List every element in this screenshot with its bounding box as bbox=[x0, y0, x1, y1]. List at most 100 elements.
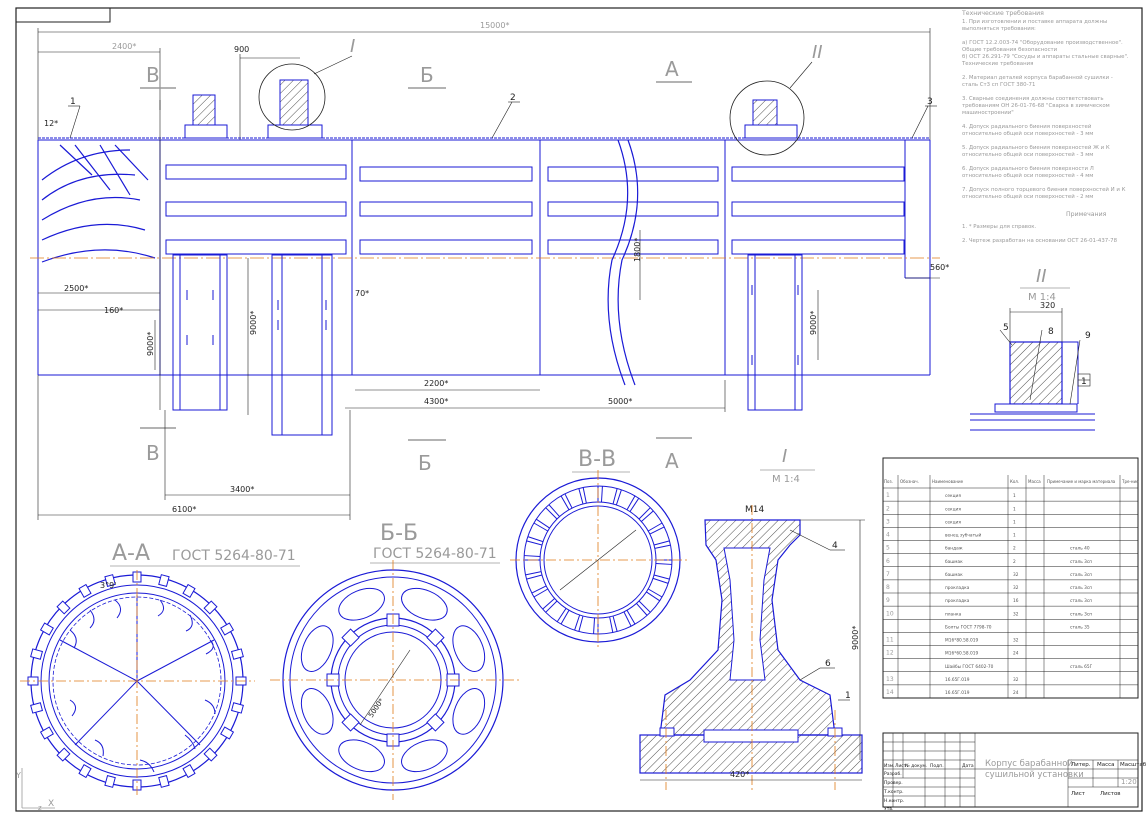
parts-header: Примечание и марка материала bbox=[1047, 479, 1116, 484]
note-line: сталь Ст3 сп ГОСТ 380-71 bbox=[962, 82, 1035, 88]
parts-qty: 32 bbox=[1013, 638, 1019, 644]
callout-4: 4 bbox=[832, 541, 838, 551]
radial-blade bbox=[654, 544, 671, 549]
tyre-shoe bbox=[426, 713, 445, 732]
radial-blade bbox=[647, 588, 663, 598]
dim-3400: 3400* bbox=[230, 485, 254, 494]
parts-pos: 5 bbox=[886, 545, 890, 552]
parts-pos: 4 bbox=[886, 532, 890, 539]
dim-6100: 6100* bbox=[172, 505, 196, 514]
dim-support-width: 420* bbox=[730, 770, 749, 779]
detail-label-i: I bbox=[350, 36, 355, 57]
parts-pos: 1 bbox=[886, 492, 890, 499]
dim-160: 160* bbox=[104, 306, 123, 315]
parts-pos: 10 bbox=[886, 610, 894, 617]
technical-requirements: Технические требования 1. При изготовлен… bbox=[961, 9, 1129, 244]
title-ndoc: № докум. bbox=[905, 763, 927, 769]
parts-header: Наименование bbox=[932, 479, 964, 484]
inlet-spiral-blades bbox=[41, 144, 156, 263]
girth-gear bbox=[271, 254, 333, 436]
parts-qty: 1 bbox=[1013, 506, 1016, 512]
title-sheets: Листов bbox=[1100, 791, 1121, 797]
parts-list-table: Поз. Обознач. Наименование Кол. Масса Примеча… bbox=[882, 457, 1139, 699]
note-line: относительно общей оси поверхностей - 2 … bbox=[962, 193, 1093, 200]
parts-qty: 24 bbox=[1013, 651, 1019, 657]
radial-blade bbox=[623, 611, 632, 627]
radial-blade bbox=[524, 555, 541, 558]
title-scale-label: Масштаб bbox=[1120, 762, 1147, 768]
radial-blade bbox=[545, 507, 558, 520]
dim-900: 900 bbox=[234, 45, 249, 54]
title-scale-value: 1:20 bbox=[1121, 778, 1137, 786]
gear-tooth bbox=[56, 600, 71, 615]
tyre-left bbox=[172, 254, 228, 411]
radial-blade bbox=[560, 495, 570, 511]
tyre-shoe bbox=[341, 628, 360, 647]
top-brackets bbox=[184, 79, 798, 139]
parts-name: прокладка bbox=[945, 586, 970, 591]
parts-qty: 32 bbox=[1013, 585, 1019, 591]
detail-i-title: I bbox=[782, 446, 787, 467]
view-gost-aa: ГОСТ 5264-80-71 bbox=[172, 548, 296, 564]
title-block: Корпус барабанной сушильной установки Ли… bbox=[882, 732, 1147, 812]
parts-pos: 11 bbox=[886, 637, 894, 644]
note-line: Технические требования bbox=[961, 61, 1033, 67]
parts-pos: 3 bbox=[886, 518, 890, 525]
radial-blade bbox=[626, 495, 636, 511]
dim-2500: 2500* bbox=[64, 284, 88, 293]
section-letter-b-bottom: Б bbox=[418, 451, 432, 475]
note-line: 4. Допуск радиального биения поверхносте… bbox=[962, 123, 1092, 130]
parts-pos: 7 bbox=[886, 571, 890, 578]
parts-name: 16.65Г.019 bbox=[945, 690, 970, 696]
radial-blade bbox=[545, 600, 558, 613]
radial-blade bbox=[578, 615, 584, 632]
note-line: выполняться требования: bbox=[962, 26, 1036, 32]
parts-name: бандаж bbox=[945, 546, 963, 552]
gear-tooth bbox=[203, 747, 218, 762]
parts-name: секция bbox=[945, 507, 961, 512]
dim-5000: 5000* bbox=[608, 397, 632, 406]
note-line: а) ГОСТ 12.2.003-74 "Оборудование произв… bbox=[962, 40, 1123, 46]
parts-name: М16*80.58.019 bbox=[945, 638, 978, 644]
note-line: 7. Допуск полного торцевого биения повер… bbox=[962, 186, 1126, 193]
parts-note: сталь 3сп bbox=[1070, 572, 1092, 578]
parts-note: сталь 3сп bbox=[1070, 598, 1092, 604]
parts-header: Кол. bbox=[1010, 479, 1019, 484]
parts-note: сталь 3сп bbox=[1070, 585, 1092, 591]
parts-qty: 32 bbox=[1013, 611, 1019, 617]
gear-tooth bbox=[30, 702, 44, 714]
radial-blade bbox=[652, 577, 669, 584]
parts-header: Поз. bbox=[884, 479, 893, 484]
gear-tooth bbox=[230, 702, 244, 714]
axis-z: z bbox=[38, 804, 42, 812]
callout-3: 3 bbox=[927, 97, 933, 107]
title-podp: Подп. bbox=[930, 763, 944, 769]
parts-name: секция bbox=[945, 520, 961, 525]
detail-i-view: I М 1:4 M14 9000* 420* 4 6 1 bbox=[639, 446, 865, 790]
thread-m14: M14 bbox=[745, 505, 764, 515]
parts-qty: 32 bbox=[1013, 572, 1019, 578]
gear-tooth bbox=[203, 600, 218, 615]
title-tkontr: Т.контр. bbox=[883, 789, 904, 795]
callout-1-detail: 1 bbox=[845, 691, 851, 701]
title-mass: Масса bbox=[1097, 762, 1115, 768]
radial-blade bbox=[582, 487, 587, 504]
radial-blade bbox=[533, 522, 549, 532]
parts-note: сталь 40 bbox=[1070, 546, 1090, 552]
callout-6: 6 bbox=[825, 659, 831, 669]
parts-header: Тре-ние bbox=[1121, 479, 1139, 484]
parts-qty: 16 bbox=[1013, 598, 1019, 604]
section-letter-v-bottom: В bbox=[146, 441, 160, 465]
main-view: 15000* 2400* 900 В Б А В Б А I II 1 2 3 … bbox=[30, 21, 949, 520]
radial-blade bbox=[527, 536, 544, 543]
dim-1800: 1800* bbox=[633, 238, 642, 262]
radial-blade bbox=[638, 600, 651, 613]
radial-blade bbox=[535, 518, 550, 529]
note-line: 6. Допуск радиального биения поверхности… bbox=[962, 166, 1094, 172]
parts-header: Масса bbox=[1028, 479, 1041, 484]
title-name-line2: сушильной установки bbox=[985, 770, 1084, 780]
parts-name: башмак bbox=[945, 559, 963, 565]
tyre-shoe bbox=[341, 713, 360, 732]
radial-blade bbox=[600, 486, 603, 503]
parts-name: башмак bbox=[945, 572, 963, 578]
